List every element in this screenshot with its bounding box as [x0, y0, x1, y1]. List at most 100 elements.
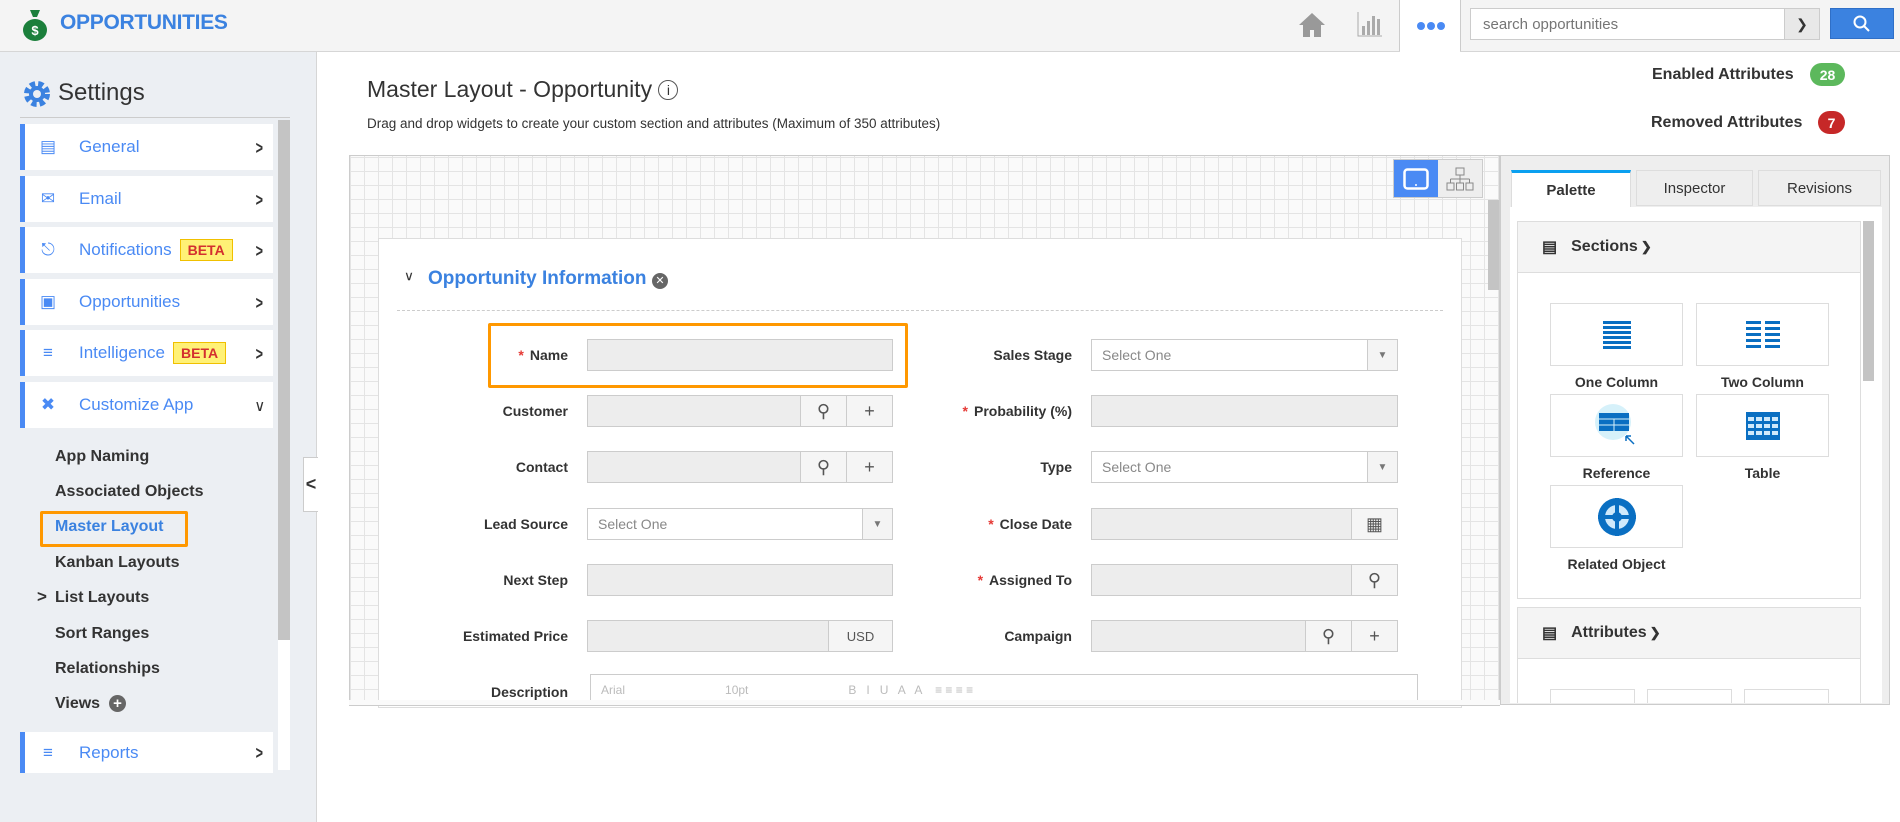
- lead-source-select[interactable]: Select One ▼: [587, 508, 893, 540]
- tools-icon: ✖: [40, 395, 56, 414]
- field-label-probability: * Probability (%): [962, 403, 1072, 419]
- subitem-master-layout[interactable]: Master Layout: [55, 518, 163, 536]
- gear-icon: [24, 81, 50, 107]
- sidebar-item-intelligence[interactable]: ≡ Intelligence BETA >: [20, 330, 273, 376]
- tile-table[interactable]: [1696, 394, 1829, 457]
- next-step-input[interactable]: [587, 564, 893, 596]
- envelope-icon: ✉: [40, 189, 56, 208]
- sidebar-item-general[interactable]: ▤ General >: [20, 124, 273, 170]
- enabled-attributes-label[interactable]: Enabled Attributes: [1652, 66, 1794, 84]
- one-column-icon: [1602, 320, 1631, 349]
- home-icon[interactable]: [1298, 12, 1326, 38]
- chevron-right-icon: >: [256, 344, 264, 364]
- add-view-icon[interactable]: +: [109, 695, 126, 712]
- money-bag-icon: $: [23, 10, 47, 41]
- window-icon: ▣: [39, 292, 57, 311]
- palette-scrollbar[interactable]: [1863, 221, 1874, 381]
- sections-header[interactable]: ▤ Sections ❯: [1517, 221, 1861, 273]
- sidebar-title: Settings: [58, 79, 145, 106]
- sidebar-scroll-thumb[interactable]: [278, 120, 290, 640]
- chevron-down-icon: ❯: [1796, 15, 1808, 32]
- contact-input[interactable]: ⚲ +: [587, 451, 893, 483]
- hierarchy-view-button[interactable]: [1438, 160, 1482, 197]
- name-input[interactable]: [587, 339, 893, 371]
- subitem-list-layouts[interactable]: List Layouts: [55, 589, 149, 607]
- tab-inspector[interactable]: Inspector: [1636, 170, 1753, 206]
- attribute-tile[interactable]: [1647, 689, 1732, 703]
- app-title[interactable]: OPPORTUNITIES: [60, 11, 228, 35]
- search-icon[interactable]: ⚲: [800, 452, 846, 482]
- subitem-relationships[interactable]: Relationships: [55, 660, 160, 678]
- tab-revisions[interactable]: Revisions: [1758, 170, 1881, 206]
- caret-down-icon: ▼: [1367, 452, 1397, 482]
- remove-section-icon[interactable]: ✕: [652, 273, 668, 289]
- subitem-views[interactable]: Views: [55, 695, 100, 713]
- field-label-next-step: Next Step: [503, 572, 568, 588]
- chevron-right-icon[interactable]: >: [37, 587, 47, 607]
- subitem-kanban-layouts[interactable]: Kanban Layouts: [55, 554, 179, 572]
- probability-input[interactable]: [1091, 395, 1398, 427]
- field-label-estimated-price: Estimated Price: [462, 628, 568, 644]
- sidebar-item-notifications[interactable]: ⎋ Notifications BETA >: [20, 227, 273, 273]
- attributes-header[interactable]: ▤ Attributes ❯: [1517, 607, 1861, 659]
- campaign-input[interactable]: ⚲ +: [1091, 620, 1398, 652]
- view-toggle: [1393, 159, 1483, 198]
- search-button[interactable]: [1830, 8, 1894, 39]
- sidebar-item-customize-app[interactable]: ✖ Customize App >: [20, 382, 273, 428]
- attribute-tile[interactable]: [1550, 689, 1635, 703]
- search-icon[interactable]: ⚲: [800, 396, 846, 426]
- grid-icon: ▤: [1542, 625, 1558, 642]
- search-input[interactable]: [1471, 9, 1781, 39]
- chevron-down-icon[interactable]: >: [402, 272, 416, 281]
- chevron-right-icon: >: [256, 293, 264, 313]
- page-subtitle: Drag and drop widgets to create your cus…: [367, 116, 941, 131]
- section-title[interactable]: Opportunity Information: [428, 268, 646, 290]
- grid-icon: ▤: [1542, 239, 1558, 256]
- field-label-contact: Contact: [515, 459, 568, 475]
- monitor-icon: ▤: [39, 137, 57, 156]
- search-dropdown-button[interactable]: ❯: [1784, 9, 1819, 39]
- search-icon[interactable]: ⚲: [1305, 621, 1351, 651]
- subitem-associated-objects[interactable]: Associated Objects: [55, 483, 204, 501]
- add-icon[interactable]: +: [1351, 621, 1397, 651]
- field-label-sales-stage: Sales Stage: [993, 347, 1072, 363]
- search-icon[interactable]: ⚲: [1351, 565, 1397, 595]
- chevron-left-icon: <: [305, 474, 317, 494]
- collapse-sidebar-button[interactable]: <: [303, 457, 318, 512]
- canvas-scrollbar[interactable]: [1488, 200, 1499, 290]
- sidebar-item-opportunities[interactable]: ▣ Opportunities >: [20, 279, 273, 325]
- enabled-count-badge: 28: [1810, 63, 1845, 86]
- subitem-sort-ranges[interactable]: Sort Ranges: [55, 625, 149, 643]
- chevron-right-icon: >: [256, 190, 264, 210]
- tab-palette[interactable]: Palette: [1511, 170, 1631, 207]
- page-title: Master Layout - Opportunity i: [367, 76, 679, 103]
- removed-attributes-label[interactable]: Removed Attributes: [1651, 114, 1802, 132]
- info-icon[interactable]: i: [658, 80, 679, 100]
- desktop-view-button[interactable]: [1394, 160, 1438, 197]
- report-icon: ≡: [43, 742, 53, 762]
- tile-two-column[interactable]: [1696, 303, 1829, 366]
- sales-stage-select[interactable]: Select One ▼: [1091, 339, 1398, 371]
- type-select[interactable]: Select One ▼: [1091, 451, 1398, 483]
- two-column-icon: [1745, 320, 1780, 348]
- tile-related-object[interactable]: [1550, 485, 1683, 548]
- field-label-campaign: Campaign: [1004, 628, 1072, 644]
- hierarchy-icon: [1446, 167, 1474, 190]
- field-label-lead-source: Lead Source: [483, 516, 568, 532]
- more-button[interactable]: [1400, 0, 1460, 52]
- reference-icon: [1594, 403, 1635, 445]
- sidebar-item-reports[interactable]: ≡ Reports >: [20, 732, 273, 773]
- tile-reference[interactable]: [1550, 394, 1683, 457]
- chart-icon[interactable]: [1356, 10, 1384, 38]
- estimated-price-input[interactable]: USD: [587, 620, 893, 652]
- customer-input[interactable]: ⚲ +: [587, 395, 893, 427]
- widget-panel: Palette Inspector Revisions ▤ Sections ❯ O…: [1500, 155, 1890, 705]
- subitem-app-naming[interactable]: App Naming: [55, 448, 149, 466]
- field-label-description: Description: [490, 684, 568, 700]
- calendar-icon[interactable]: ▦: [1351, 509, 1397, 539]
- close-date-input[interactable]: ▦: [1091, 508, 1398, 540]
- tile-one-column[interactable]: [1550, 303, 1683, 366]
- attribute-tile[interactable]: [1744, 689, 1829, 703]
- assigned-to-input[interactable]: ⚲: [1091, 564, 1398, 596]
- sidebar-item-email[interactable]: ✉ Email >: [20, 176, 273, 222]
